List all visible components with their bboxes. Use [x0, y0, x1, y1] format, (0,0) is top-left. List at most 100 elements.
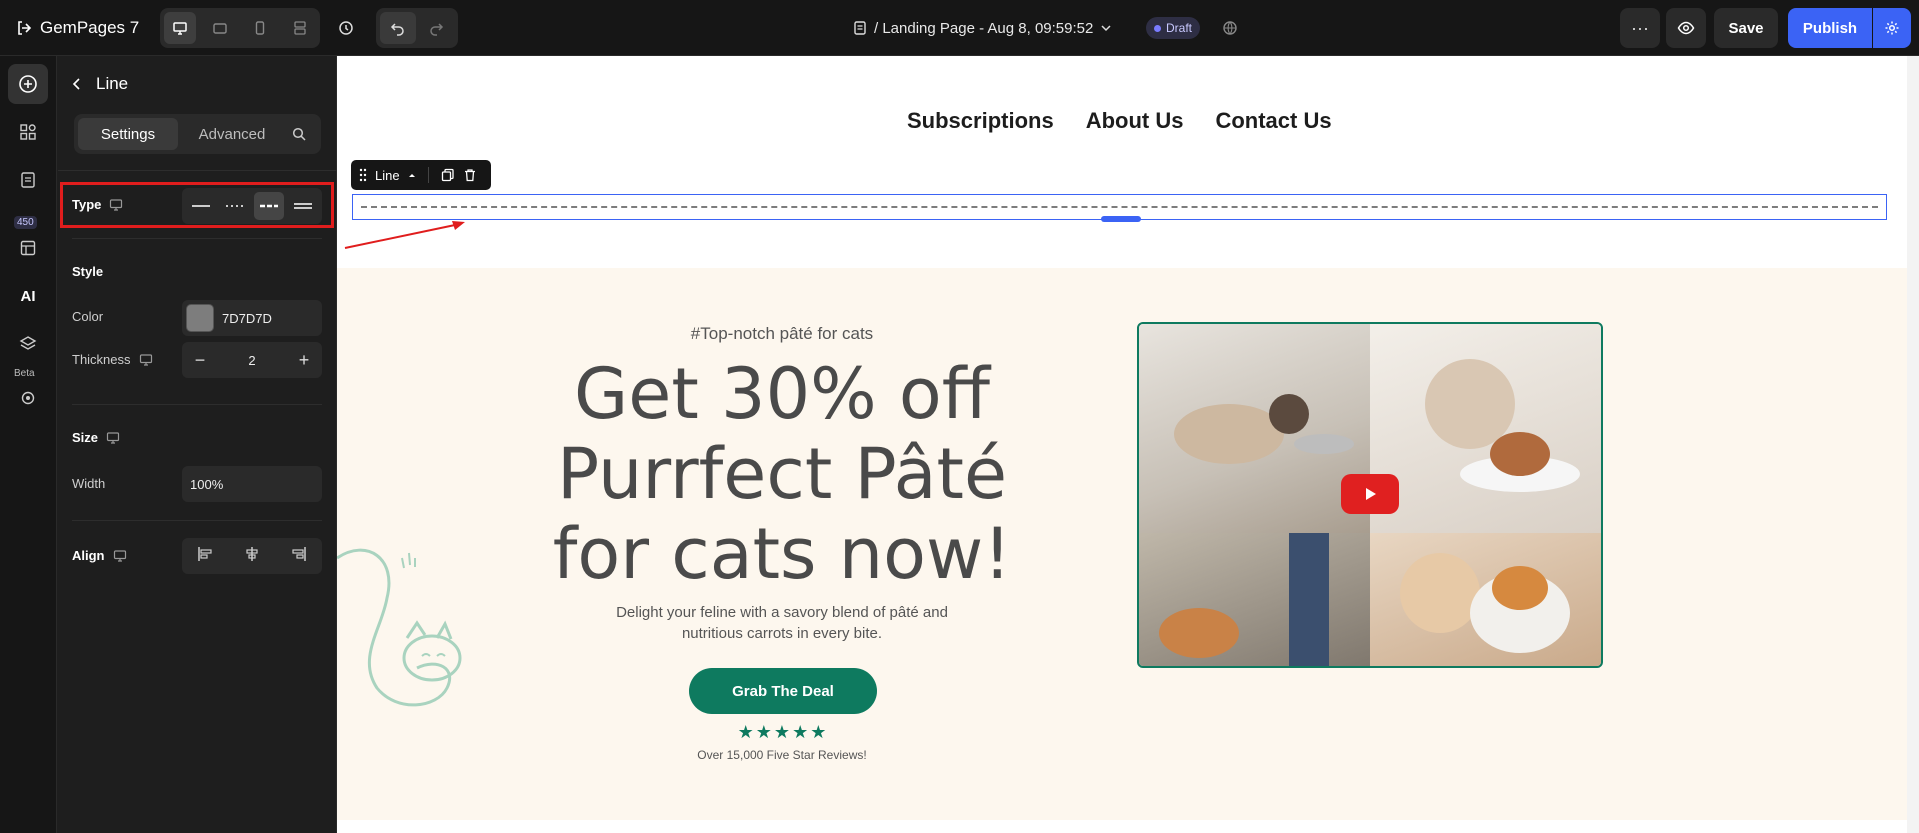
page-icon: [854, 21, 866, 35]
decrement-button[interactable]: −: [182, 342, 218, 378]
tab-settings[interactable]: Settings: [78, 118, 178, 150]
publish-settings-button[interactable]: [1873, 8, 1911, 48]
grab-deal-button[interactable]: Grab The Deal: [689, 668, 877, 714]
pages-button[interactable]: [8, 160, 48, 200]
align-selector: [182, 538, 322, 574]
align-right-button[interactable]: [291, 546, 307, 567]
gear-icon: [1885, 21, 1899, 35]
hero-description: Delight your feline with a savory blend …: [616, 604, 948, 642]
play-button[interactable]: [1341, 474, 1399, 514]
woman-cat-silhouette: [1400, 553, 1570, 653]
apps-icon: [20, 124, 36, 140]
size-label: Size: [72, 430, 120, 445]
layout-icon: [20, 240, 36, 256]
tablet-landscape-button[interactable]: [204, 12, 236, 44]
align-center-button[interactable]: [244, 546, 260, 567]
hero-section[interactable]: #Top-notch pâté for cats Get 30% off Pur…: [337, 268, 1907, 820]
ai-label: AI: [20, 287, 36, 305]
undo-button[interactable]: [380, 12, 416, 44]
device-icon: [113, 549, 126, 562]
eye-icon: [1677, 21, 1695, 35]
panel-header: Line: [70, 72, 128, 96]
thickness-value[interactable]: 2: [218, 353, 286, 368]
toolbar-divider: [427, 167, 429, 183]
panel-search-button[interactable]: [283, 118, 315, 150]
device-icon: [139, 353, 152, 366]
redo-button[interactable]: [418, 12, 454, 44]
canvas-scrollbar[interactable]: [1907, 56, 1919, 833]
history-button[interactable]: [332, 14, 360, 42]
type-dotted-button[interactable]: [220, 192, 250, 220]
redo-icon: [430, 23, 444, 36]
kitten-silhouette: [1425, 359, 1580, 492]
caret-up-icon[interactable]: [408, 172, 416, 178]
solid-line-icon: [192, 205, 210, 207]
settings-panel: Line Settings Advanced Type Style Color …: [58, 56, 337, 833]
type-double-button[interactable]: [288, 192, 318, 220]
video-thumb-feeding-cat: [1139, 533, 1370, 666]
align-left-button[interactable]: [197, 546, 213, 567]
undo-icon: [390, 23, 404, 36]
globe-icon: [1223, 21, 1237, 35]
sections-button[interactable]: [8, 112, 48, 152]
width-input[interactable]: 100%: [182, 466, 322, 502]
back-chevron-icon[interactable]: [70, 77, 84, 91]
reviews-count: Over 15,000 Five Star Reviews!: [697, 748, 867, 762]
cat-silhouette: [1174, 394, 1354, 464]
type-dashed-button[interactable]: [254, 192, 284, 220]
color-label: Color: [72, 309, 104, 324]
tab-advanced[interactable]: Advanced: [182, 118, 282, 150]
desktop-view-button[interactable]: [164, 12, 196, 44]
device-icon: [110, 198, 123, 211]
mobile-icon: [255, 21, 265, 35]
duplicate-icon[interactable]: [441, 168, 455, 182]
templates-button[interactable]: [8, 228, 48, 268]
dashed-line: [361, 206, 1878, 208]
color-swatch[interactable]: [186, 304, 214, 332]
video-thumb-woman-cat: [1370, 533, 1601, 666]
width-label: Width: [72, 476, 106, 491]
custom-size-button[interactable]: [284, 12, 316, 44]
add-element-button[interactable]: [8, 64, 48, 104]
mobile-view-button[interactable]: [244, 12, 276, 44]
color-value: 7D7D7D: [222, 310, 272, 326]
device-icon: [106, 431, 120, 444]
video-thumb-kitten-food: [1370, 324, 1601, 533]
double-line-icon: [294, 203, 312, 209]
ai-button[interactable]: AI: [8, 276, 48, 316]
cat-illustration: [337, 548, 462, 707]
thickness-stepper: − 2 +: [182, 342, 322, 378]
resize-handle[interactable]: [1101, 216, 1141, 222]
drag-handle-icon[interactable]: [359, 168, 367, 182]
hero-headline: Get 30% off Purrfect Pâté for cats now!: [552, 353, 1012, 595]
color-field[interactable]: 7D7D7D: [182, 300, 322, 336]
nav-link-about-us[interactable]: About Us: [1086, 108, 1184, 134]
trash-icon[interactable]: [463, 168, 477, 182]
nav-link-subscriptions[interactable]: Subscriptions: [907, 108, 1054, 134]
align-left-icon: [198, 546, 212, 561]
increment-button[interactable]: +: [286, 342, 322, 378]
beta-tool-button[interactable]: [8, 378, 48, 418]
video-thumb-cat-eating: [1139, 324, 1370, 533]
exit-icon: [18, 21, 32, 35]
type-solid-button[interactable]: [186, 192, 216, 220]
video-embed[interactable]: [1137, 322, 1603, 668]
language-button[interactable]: [1216, 14, 1244, 42]
site-nav: Subscriptions About Us Contact Us: [907, 108, 1332, 134]
page-title-selector[interactable]: / Landing Page - Aug 8, 09:59:52: [852, 14, 1113, 42]
selected-line-element[interactable]: [352, 194, 1887, 222]
nav-link-contact-us[interactable]: Contact Us: [1215, 108, 1331, 134]
align-label: Align: [72, 548, 127, 563]
align-label-text: Align: [72, 548, 105, 563]
brand[interactable]: GemPages 7: [16, 14, 139, 42]
more-options-button[interactable]: ···: [1620, 8, 1660, 48]
editor-canvas[interactable]: Subscriptions About Us Contact Us Line #…: [337, 56, 1907, 833]
preview-button[interactable]: [1666, 8, 1706, 48]
tablet-icon: [213, 23, 227, 34]
element-type-label[interactable]: Line: [375, 168, 400, 183]
layers-button[interactable]: [8, 324, 48, 364]
undo-redo-group: [376, 8, 458, 48]
status-label: Draft: [1166, 21, 1193, 35]
save-button[interactable]: Save: [1714, 8, 1778, 48]
publish-button[interactable]: Publish: [1788, 8, 1872, 48]
